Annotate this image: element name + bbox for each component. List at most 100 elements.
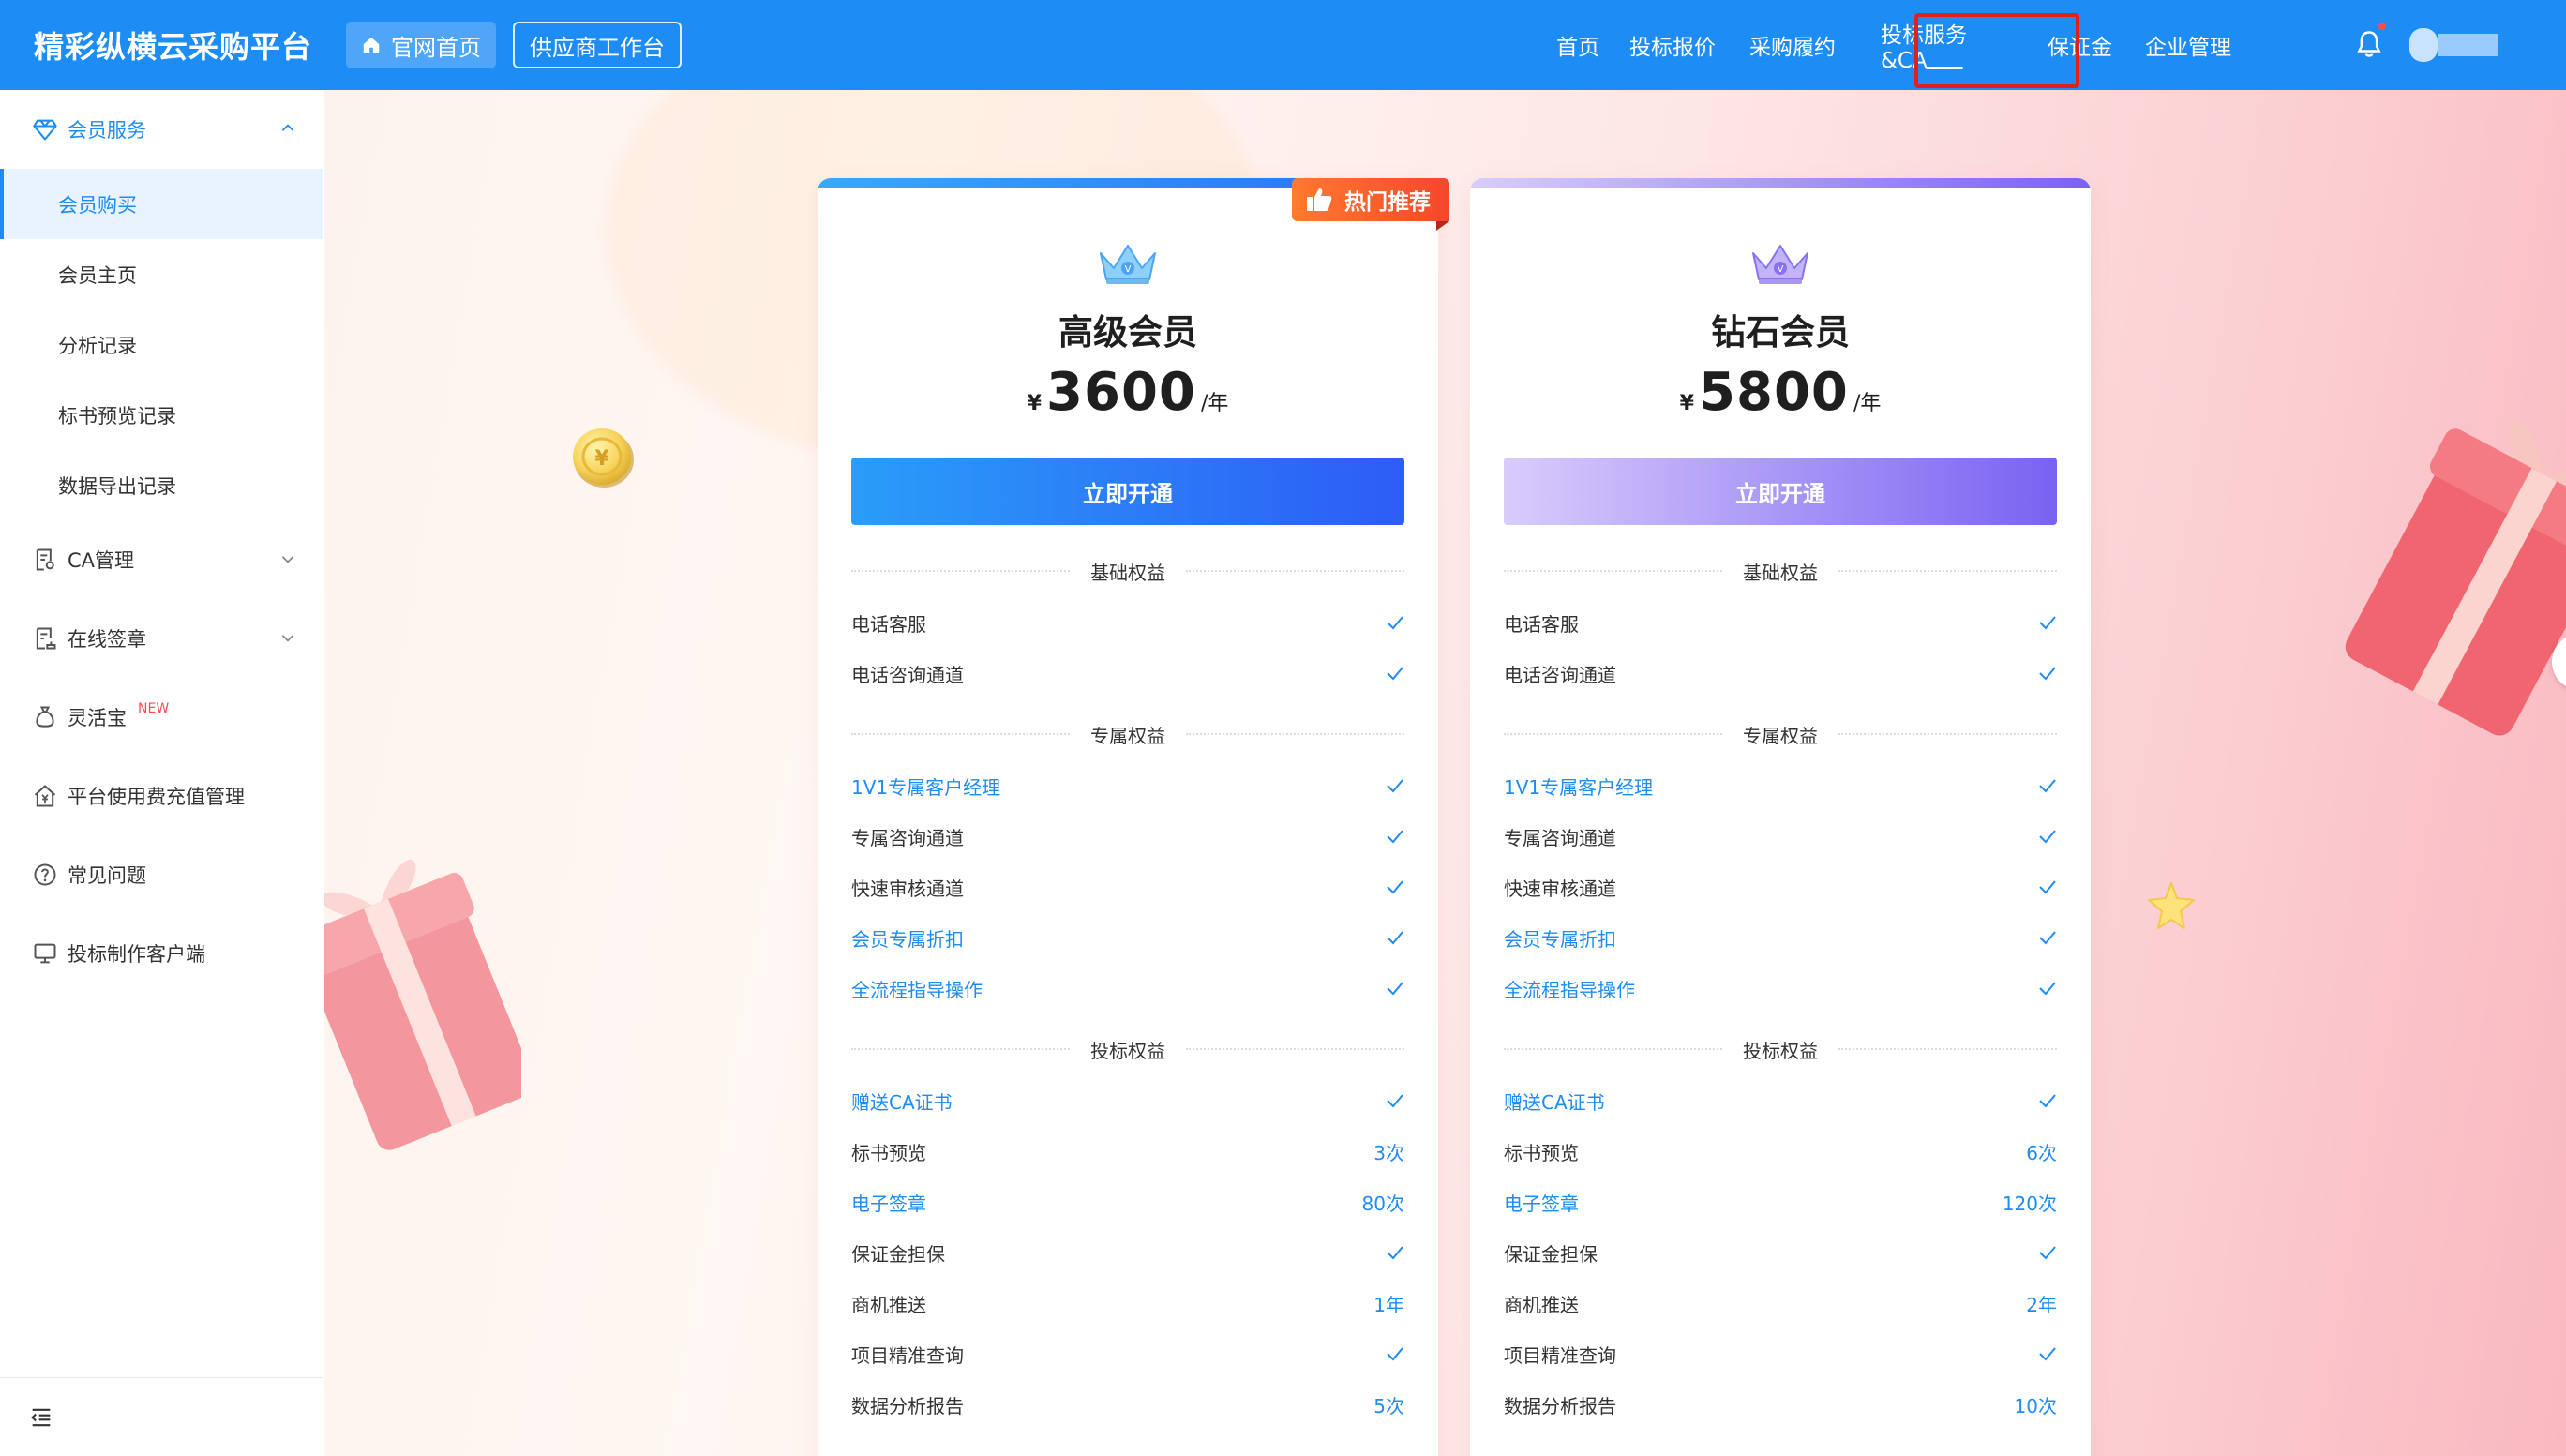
benefit-value: 5次	[1373, 1394, 1404, 1418]
section-label: 基础权益	[1743, 561, 1818, 584]
section-label: 投标权益	[1090, 1039, 1165, 1062]
sidebar-item-platform-fee[interactable]: 平台使用费充值管理	[0, 757, 323, 835]
benefit-name[interactable]: 赠送CA证书	[851, 1088, 953, 1115]
nav-deposit[interactable]: 保证金	[2048, 0, 2115, 90]
price-value: 3600	[1046, 362, 1196, 423]
sidebar-item-member-home[interactable]: 会员主页	[0, 239, 323, 309]
benefit-row[interactable]: 电子签章 80次	[851, 1183, 1404, 1221]
check-icon	[1387, 982, 1403, 996]
official-home-button[interactable]: 官网首页	[346, 22, 497, 68]
sidebar-item-lingvao[interactable]: 灵活宝 NEW	[0, 678, 323, 757]
benefit-name[interactable]: 全流程指导操作	[851, 975, 983, 1002]
nav-procurement-performance[interactable]: 采购履约	[1749, 0, 1841, 90]
sidebar-group-label: 在线签章	[68, 628, 146, 651]
benefit-name[interactable]: 全流程指导操作	[1504, 975, 1635, 1002]
benefit-name[interactable]: 电子签章	[851, 1189, 926, 1216]
benefit-name: 项目精准查询	[851, 1343, 964, 1367]
benefit-row[interactable]: 全流程指导操作	[1504, 969, 2057, 1007]
benefit-value: 6次	[2026, 1141, 2057, 1164]
sidebar-group-online-sign[interactable]: 在线签章	[0, 599, 323, 678]
benefit-name: 数据分析报告	[1504, 1394, 1616, 1418]
benefit-row[interactable]: 赠送CA证书	[1504, 1082, 2057, 1119]
benefit-row[interactable]: 赠送CA证书	[851, 1082, 1404, 1119]
check-icon	[2039, 1246, 2056, 1260]
sidebar-group-ca[interactable]: CA管理	[0, 520, 323, 599]
benefit-value: 2年	[2026, 1293, 2057, 1316]
sidebar-item-bid-preview-records[interactable]: 标书预览记录	[0, 380, 323, 450]
check-icon	[1387, 1246, 1403, 1260]
benefit-name: 专属咨询通道	[1504, 826, 1616, 849]
sidebar-item-analysis-records[interactable]: 分析记录	[0, 309, 323, 380]
benefit-row: 电话客服	[1504, 604, 2057, 641]
check-icon	[1387, 1347, 1403, 1361]
benefit-name: 电话咨询通道	[1504, 663, 1616, 686]
benefit-name[interactable]: 赠送CA证书	[1504, 1088, 1605, 1115]
collapse-menu-icon[interactable]	[28, 1404, 54, 1431]
svg-text:V: V	[1125, 264, 1132, 275]
sidebar-item-label: 灵活宝	[68, 707, 127, 729]
benefit-name: 数据分析报告	[851, 1394, 964, 1418]
check-icon	[2039, 1094, 2056, 1108]
check-icon	[1387, 616, 1403, 630]
certificate-icon	[36, 548, 54, 571]
benefit-row: 标书预览 6次	[1504, 1133, 2057, 1170]
benefit-name[interactable]: 电子签章	[1504, 1189, 1579, 1216]
section-label: 基础权益	[1090, 561, 1165, 584]
benefit-name[interactable]: 1V1专属客户经理	[1504, 773, 1653, 800]
check-icon	[2039, 667, 2056, 681]
benefit-row[interactable]: 电子签章 120次	[1504, 1183, 2057, 1221]
svg-text:¥: ¥	[594, 447, 609, 471]
benefit-name[interactable]: 1V1专属客户经理	[851, 773, 1000, 800]
sidebar-group-member-service[interactable]: 会员服务	[0, 90, 323, 169]
section-bid: 投标权益	[851, 1035, 1404, 1063]
activate-diamond-button[interactable]: 立即开通	[1504, 458, 2057, 525]
benefit-name: 快速审核通道	[851, 877, 964, 900]
section-exclusive: 专属权益	[1504, 720, 2057, 748]
star-icon	[2148, 882, 2195, 929]
section-label: 专属权益	[1090, 724, 1165, 747]
plan-price: ¥ 3600 /年	[818, 362, 1438, 423]
nav-enterprise-management[interactable]: 企业管理	[2145, 0, 2237, 90]
gift-box-icon	[324, 860, 521, 1150]
sidebar-item-bid-client[interactable]: 投标制作客户端	[0, 914, 323, 993]
supplier-workbench-button[interactable]: 供应商工作台	[513, 22, 683, 68]
benefit-name[interactable]: 会员专属折扣	[851, 924, 964, 952]
chevron-down-icon	[281, 556, 294, 563]
chevron-up-icon	[281, 124, 294, 131]
user-avatar[interactable]	[2409, 28, 2498, 62]
benefit-row[interactable]: 全流程指导操作	[851, 969, 1404, 1007]
nav-bid-service-ca[interactable]: 投标服务&CA	[1881, 0, 2008, 90]
benefit-row: 快速审核通道	[851, 868, 1404, 906]
diamond-icon	[33, 119, 57, 141]
currency-symbol: ¥	[1027, 392, 1042, 415]
benefit-row: 标书预览 3次	[851, 1133, 1404, 1170]
activate-advanced-button[interactable]: 立即开通	[851, 458, 1404, 525]
sidebar-group-label: CA管理	[68, 549, 135, 572]
benefit-name[interactable]: 会员专属折扣	[1504, 924, 1616, 952]
bell-icon[interactable]	[2355, 28, 2383, 60]
benefit-row[interactable]: 1V1专属客户经理	[1504, 767, 2057, 804]
check-icon	[2039, 616, 2056, 630]
benefit-row[interactable]: 会员专属折扣	[851, 919, 1404, 956]
sidebar-item-data-export-records[interactable]: 数据导出记录	[0, 450, 323, 520]
currency-symbol: ¥	[1679, 392, 1694, 415]
benefit-row: 数据分析报告 5次	[851, 1386, 1404, 1423]
benefit-value: 1年	[1373, 1293, 1404, 1316]
benefit-row[interactable]: 会员专属折扣	[1504, 919, 2057, 956]
money-bag-icon	[36, 706, 54, 728]
check-icon	[1387, 1094, 1403, 1108]
nav-home[interactable]: 首页	[1556, 0, 1601, 90]
check-icon	[1387, 779, 1403, 793]
benefit-row[interactable]: 1V1专属客户经理	[851, 767, 1404, 804]
check-icon	[2039, 830, 2056, 844]
platform-logo[interactable]: 精彩纵横云采购平台	[34, 23, 312, 67]
nav-bid-quote[interactable]: 投标报价	[1629, 0, 1721, 90]
sidebar-item-faq[interactable]: 常见问题	[0, 835, 323, 914]
benefit-row: 电话咨询通道	[1504, 654, 2057, 692]
benefit-name: 项目精准查询	[1504, 1343, 1616, 1367]
benefit-row: 商机推送 1年	[851, 1284, 1404, 1322]
sidebar-item-member-purchase[interactable]: 会员购买	[0, 169, 323, 239]
gift-box-icon	[2345, 420, 2566, 736]
plan-card-diamond: V 钻石会员 ¥ 5800 /年 立即开通 基础权益 电话客服 电话咨询通道 专…	[1470, 178, 2091, 1456]
plan-price: ¥ 5800 /年	[1470, 362, 2091, 423]
